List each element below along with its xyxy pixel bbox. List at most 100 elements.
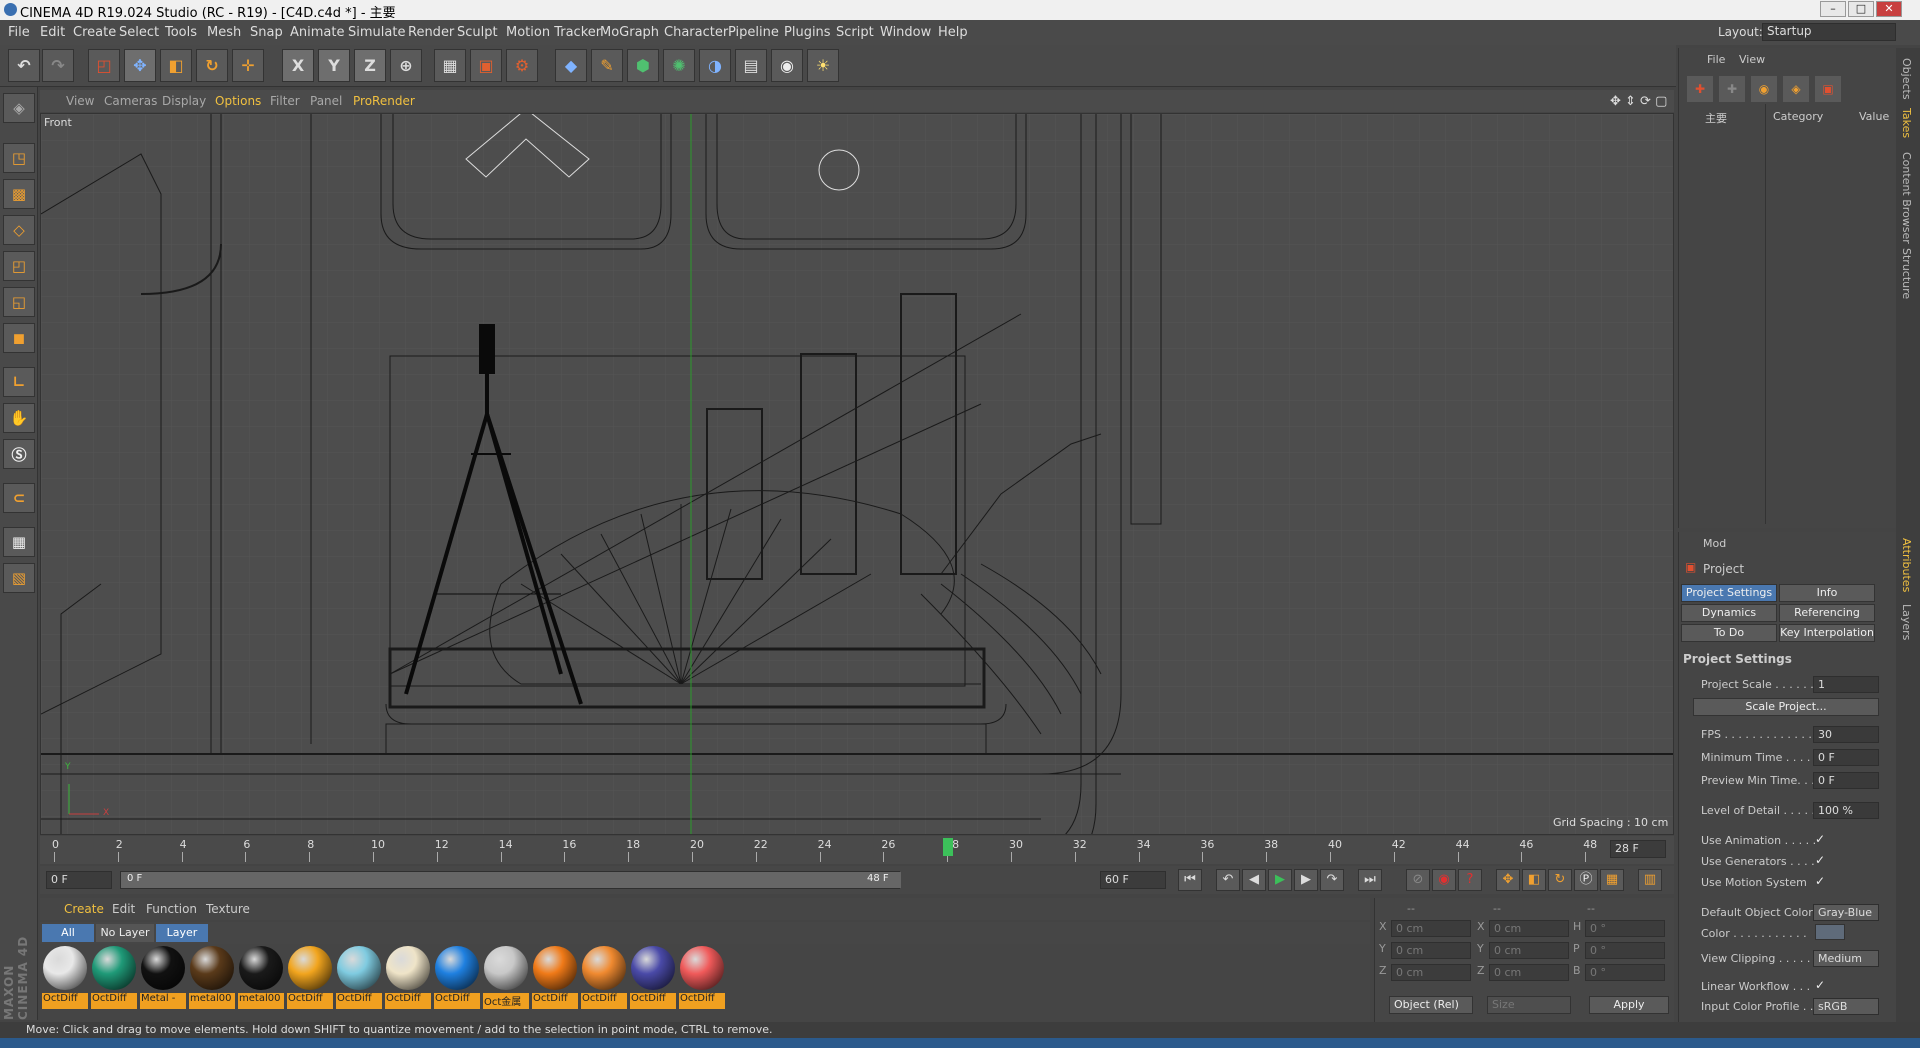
key-scale-icon[interactable]: ◧	[1522, 869, 1546, 891]
current-frame-field[interactable]: 28 F	[1610, 840, 1666, 858]
x-axis-icon[interactable]: X	[282, 49, 314, 82]
attr-mode-menu[interactable]: Mod	[1703, 537, 1726, 550]
coord-field[interactable]: 0 cm	[1489, 942, 1569, 959]
menu-character[interactable]: Character	[664, 25, 728, 40]
material-item[interactable]: OctDiff	[679, 946, 725, 1009]
redo-icon[interactable]: ↷	[42, 49, 74, 82]
undo-icon[interactable]: ↶	[8, 49, 40, 82]
tab-objects[interactable]: Objects	[1900, 58, 1913, 100]
move-all-icon[interactable]: ✛	[232, 49, 264, 82]
go-to-end-icon[interactable]: ⏭	[1358, 869, 1382, 891]
tab-project-settings[interactable]: Project Settings	[1681, 584, 1777, 602]
menu-plugins[interactable]: Plugins	[784, 25, 831, 40]
material-item[interactable]: OctDiff	[42, 946, 88, 1009]
tab-layers[interactable]: Layers	[1900, 604, 1913, 640]
menu-file[interactable]: File	[8, 25, 30, 40]
tab-to-do[interactable]: To Do	[1681, 624, 1777, 642]
tab-key-interpolation[interactable]: Key Interpolation	[1779, 624, 1875, 642]
menu-render[interactable]: Render	[408, 25, 454, 40]
material-item[interactable]: metal00	[189, 946, 235, 1009]
solo-icon[interactable]: Ⓢ	[3, 439, 35, 469]
move-icon[interactable]: ✥	[124, 49, 156, 82]
menu-help[interactable]: Help	[938, 25, 968, 40]
coord-field[interactable]: 0 °	[1585, 964, 1665, 981]
project-scale-field[interactable]: 1	[1813, 676, 1879, 693]
render-settings-icon[interactable]: ⚙	[506, 49, 538, 82]
auto-take-icon[interactable]: ◉	[1751, 76, 1777, 102]
points-mode-icon[interactable]: ◰	[3, 251, 35, 281]
coord-field[interactable]: 0 cm	[1489, 920, 1569, 937]
coord-field[interactable]: 0 cm	[1489, 964, 1569, 981]
autokey-icon[interactable]: ?	[1458, 869, 1482, 891]
vp-menu-cameras[interactable]: Cameras	[104, 94, 157, 108]
world-coord-icon[interactable]: ⊕	[390, 49, 422, 82]
tweak-mode-icon[interactable]: ✋	[3, 403, 35, 433]
layout-dropdown[interactable]: Startup	[1762, 23, 1896, 41]
coord-field[interactable]: 0 °	[1585, 942, 1665, 959]
menu-select[interactable]: Select	[119, 25, 159, 40]
y-axis-icon[interactable]: Y	[318, 49, 350, 82]
planar-workplane-icon[interactable]: ▧	[3, 563, 35, 593]
material-item[interactable]: OctDiff	[336, 946, 382, 1009]
timeline-ruler[interactable]: 0246810121416182022242628303234363840424…	[40, 836, 1674, 864]
material-item[interactable]: OctDiff	[434, 946, 480, 1009]
filter-layer[interactable]: Layer	[156, 924, 208, 942]
subdivision-icon[interactable]: ⬢	[627, 49, 659, 82]
tab-dynamics[interactable]: Dynamics	[1681, 604, 1777, 622]
previous-key-icon[interactable]: ↶	[1216, 869, 1240, 891]
coord-field[interactable]: 0 cm	[1391, 942, 1471, 959]
material-item[interactable]: OctDiff	[581, 946, 627, 1009]
viewport-front[interactable]: Front Grid Spacing : 10 cm Y X	[40, 113, 1674, 835]
lod-field[interactable]: 100 %	[1813, 802, 1879, 819]
next-frame-icon[interactable]: ▶	[1294, 869, 1318, 891]
apply-button[interactable]: Apply	[1589, 996, 1669, 1014]
render-picture-queue-icon[interactable]: ▣	[470, 49, 502, 82]
menu-edit[interactable]: Edit	[40, 25, 65, 40]
render-view-icon[interactable]: ▦	[434, 49, 466, 82]
key-rotation-icon[interactable]: ↻	[1548, 869, 1572, 891]
mat-menu-function[interactable]: Function	[146, 902, 197, 916]
tab-info[interactable]: Info	[1779, 584, 1875, 602]
coord-field[interactable]: 0 cm	[1391, 964, 1471, 981]
lock-take-icon[interactable]: ◈	[1783, 76, 1809, 102]
tab-content-browser[interactable]: Content Browser	[1900, 152, 1913, 244]
use-generators-checkbox[interactable]: ✓	[1815, 853, 1825, 867]
min-time-field[interactable]: 0 F	[1813, 749, 1879, 766]
linear-workflow-checkbox[interactable]: ✓	[1815, 978, 1825, 992]
mat-menu-edit[interactable]: Edit	[112, 902, 135, 916]
menu-mograph[interactable]: MoGraph	[600, 25, 659, 40]
menu-script[interactable]: Script	[836, 25, 874, 40]
next-key-icon[interactable]: ↷	[1320, 869, 1344, 891]
obj-menu-file[interactable]: File	[1707, 53, 1725, 66]
workplane-mode-icon[interactable]: ◇	[3, 215, 35, 245]
material-item[interactable]: OctDiff	[385, 946, 431, 1009]
menu-tools[interactable]: Tools	[165, 25, 197, 40]
default-color-dropdown[interactable]: Gray-Blue	[1813, 904, 1879, 921]
close-button[interactable]: ✕	[1876, 1, 1902, 17]
live-selection-icon[interactable]: ◰	[88, 49, 120, 82]
use-motion-checkbox[interactable]: ✓	[1815, 874, 1825, 888]
minimize-button[interactable]: –	[1820, 1, 1846, 17]
motion-record-icon[interactable]: ⊘	[1406, 869, 1430, 891]
tab-takes[interactable]: Takes	[1900, 108, 1913, 138]
start-frame-field[interactable]: 0 F	[46, 871, 112, 889]
maximize-button[interactable]: □	[1848, 1, 1874, 17]
scale-project-button[interactable]: Scale Project...	[1693, 698, 1879, 716]
material-item[interactable]: Oct金属	[483, 946, 529, 1009]
play-forward-icon[interactable]: ▶	[1268, 869, 1292, 891]
vp-menu-filter[interactable]: Filter	[270, 94, 300, 108]
coord-field[interactable]: 0 cm	[1391, 920, 1471, 937]
viewport-nav-icons[interactable]: ✥ ⇕ ⟳ ▢	[1610, 94, 1667, 109]
timeline-playhead[interactable]	[943, 838, 954, 856]
cube-icon[interactable]: ◆	[555, 49, 587, 82]
vp-menu-prorender[interactable]: ProRender	[353, 94, 415, 108]
previous-frame-icon[interactable]: ◀	[1242, 869, 1266, 891]
material-item[interactable]: OctDiff	[91, 946, 137, 1009]
model-mode-icon[interactable]: ◳	[3, 143, 35, 173]
light-icon[interactable]: ☀	[807, 49, 839, 82]
material-item[interactable]: Metal -	[140, 946, 186, 1009]
obj-menu-view[interactable]: View	[1739, 53, 1765, 66]
tab-structure[interactable]: Structure	[1900, 248, 1913, 299]
scale-icon[interactable]: ◧	[160, 49, 192, 82]
deformer-icon[interactable]: ◑	[699, 49, 731, 82]
